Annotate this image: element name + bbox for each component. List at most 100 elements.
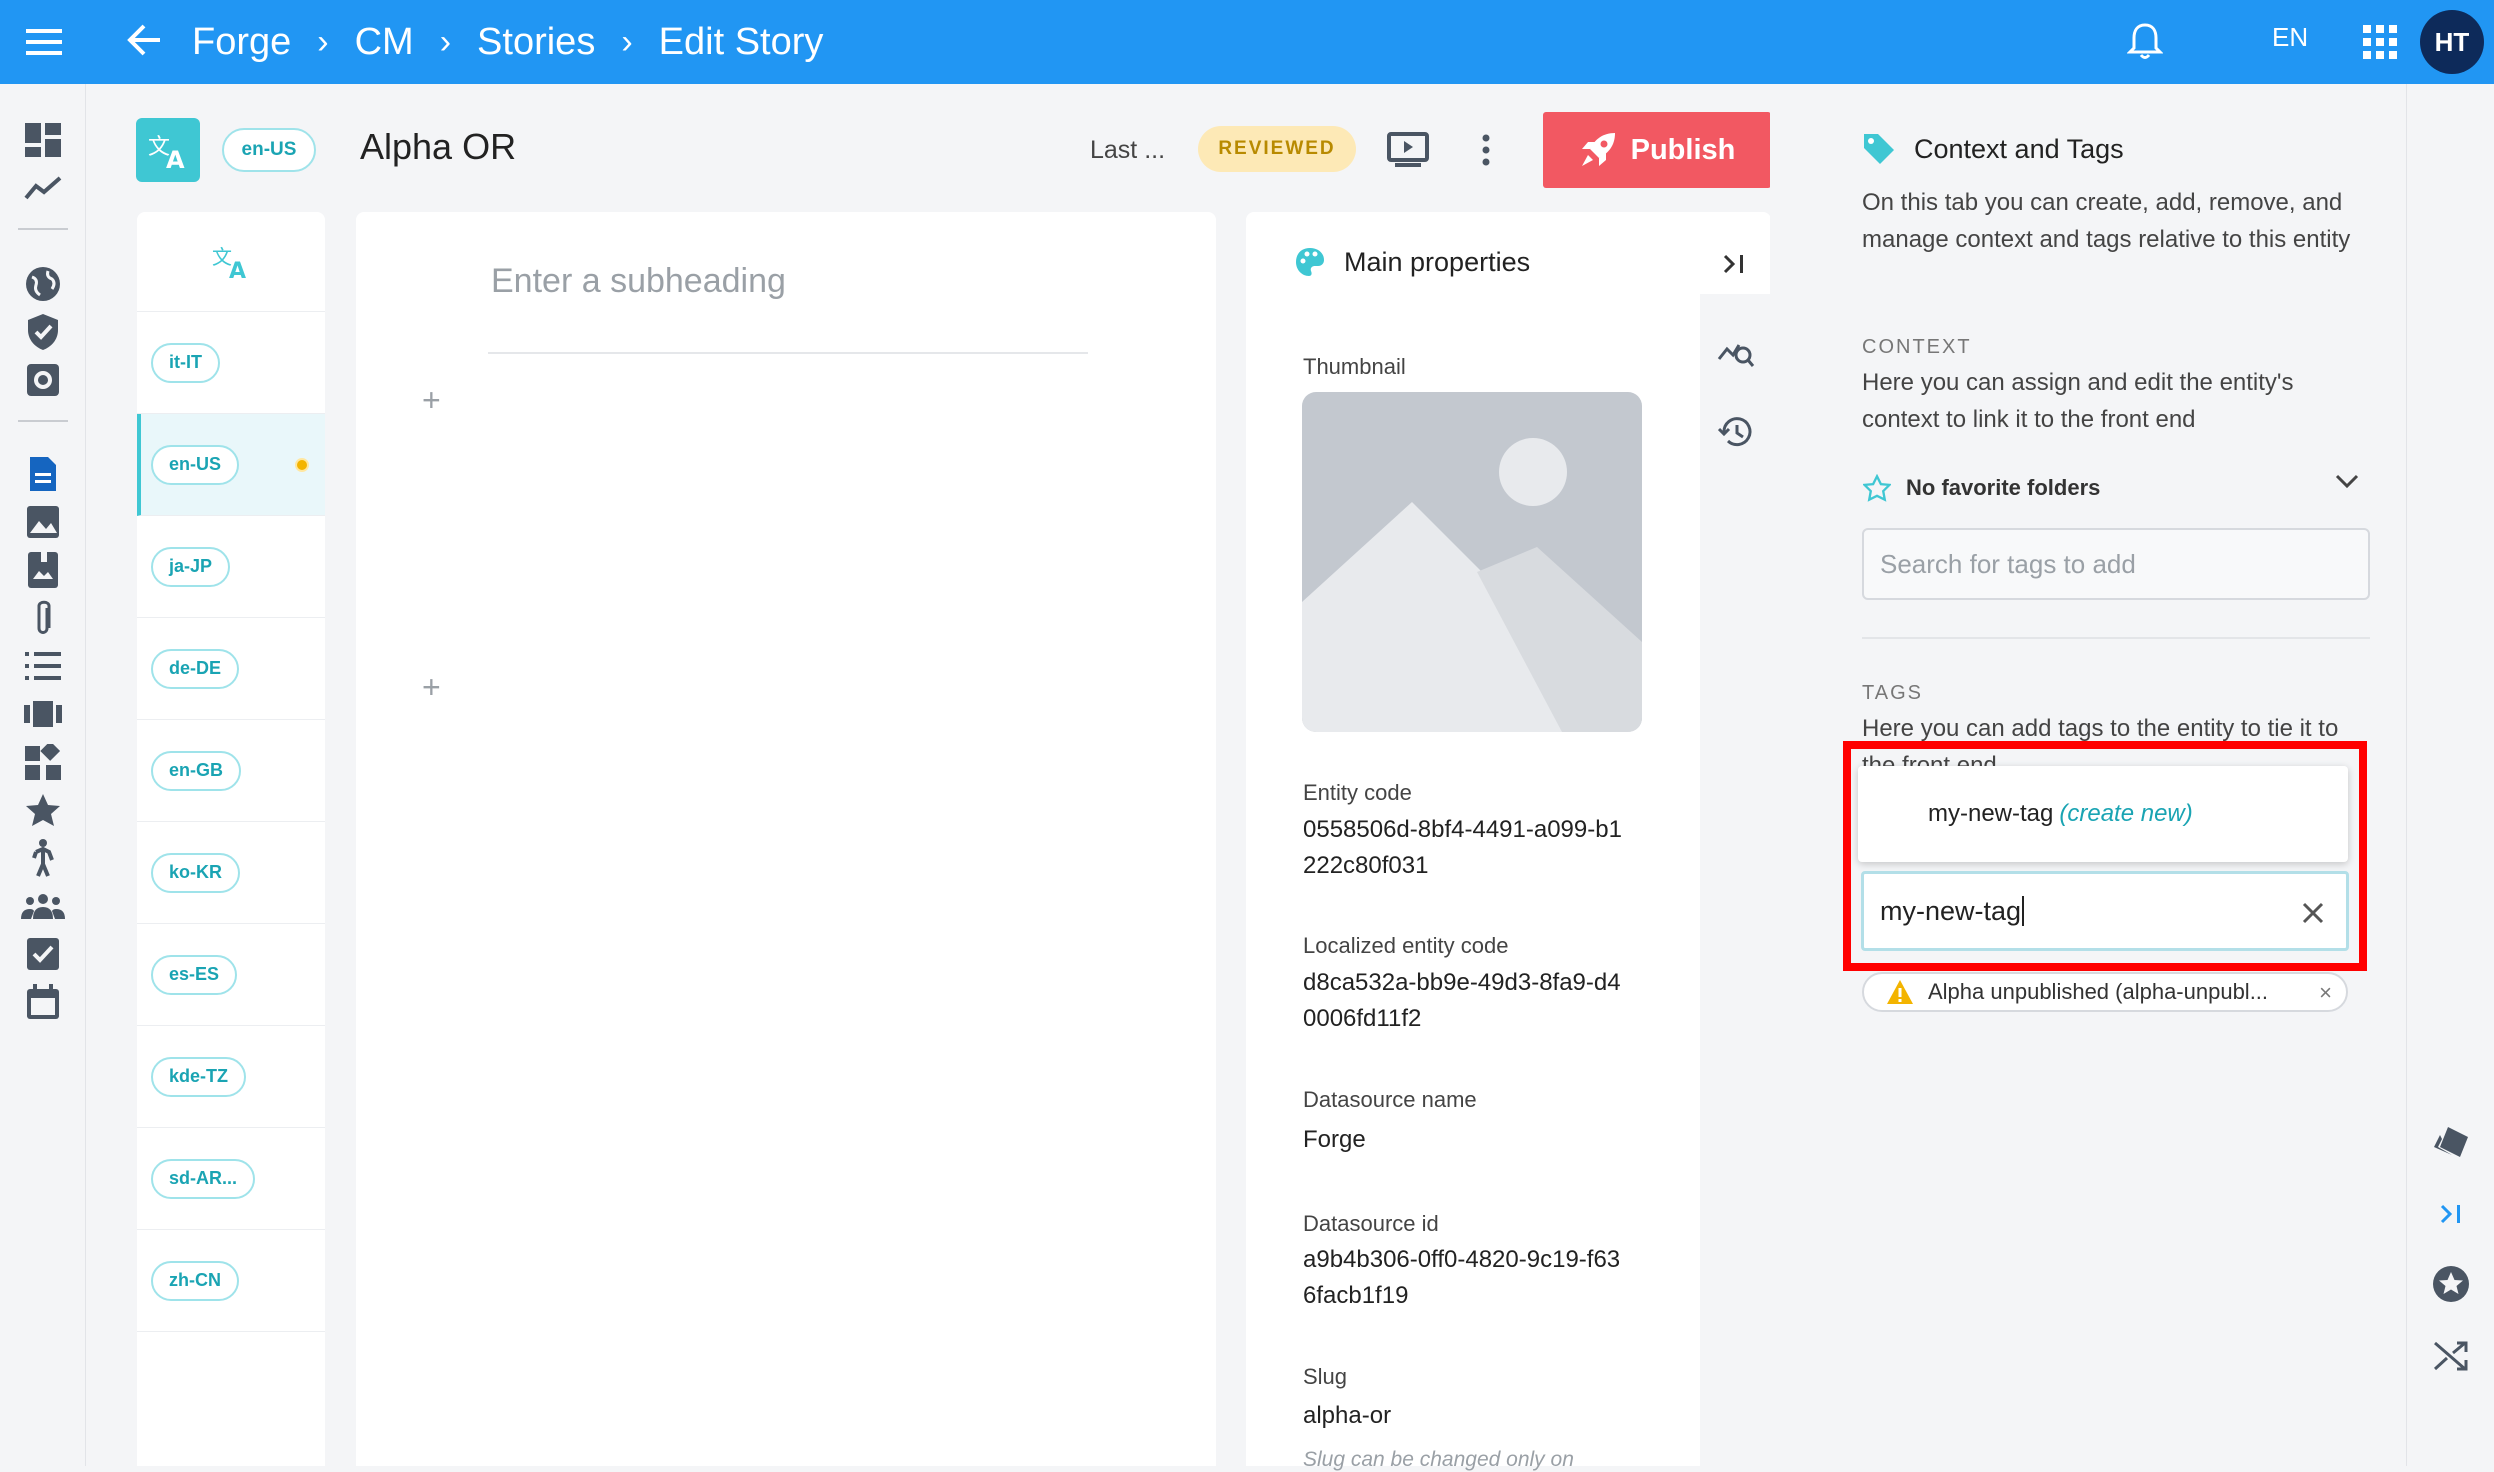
remove-tag-icon[interactable]: × bbox=[2319, 980, 2332, 1006]
locale-chip[interactable]: de-DE bbox=[151, 648, 240, 689]
datasource-name-value: Forge bbox=[1303, 1126, 1366, 1153]
locale-row[interactable]: sd-AR... bbox=[137, 1128, 325, 1230]
datasource-name-label: Datasource name bbox=[1303, 1087, 1477, 1112]
hamburger-menu-icon[interactable] bbox=[22, 18, 70, 66]
locale-row[interactable]: zh-CN bbox=[137, 1230, 325, 1332]
chevron-right-icon: › bbox=[317, 22, 329, 61]
chevron-right-icon: › bbox=[621, 22, 633, 61]
chevron-right-icon: › bbox=[439, 22, 452, 61]
calendar-icon[interactable] bbox=[19, 978, 67, 1026]
slug-value: alpha-or bbox=[1303, 1402, 1392, 1429]
avatar[interactable]: HT bbox=[2420, 10, 2484, 74]
locale-row[interactable]: kde-TZ bbox=[137, 1026, 325, 1128]
current-locale-chip[interactable]: en-US bbox=[222, 128, 316, 172]
tag-search-input[interactable]: Search for tags to add bbox=[1862, 528, 2370, 600]
chevron-down-icon[interactable] bbox=[2334, 472, 2360, 490]
favorite-folders-label: No favorite folders bbox=[1906, 475, 2101, 500]
attachment-icon[interactable] bbox=[19, 594, 67, 642]
locale-chip[interactable]: ja-JP bbox=[151, 546, 231, 587]
locale-row[interactable]: it-IT bbox=[137, 312, 325, 414]
existing-tag-chip[interactable]: Alpha unpublished (alpha-unpubl... × bbox=[1862, 972, 2348, 1012]
preview-icon[interactable] bbox=[1382, 124, 1434, 176]
users-group-icon[interactable] bbox=[19, 882, 67, 930]
divider bbox=[488, 352, 1088, 354]
thumbnail-label: Thumbnail bbox=[1303, 354, 1406, 379]
language-selector[interactable]: EN bbox=[2272, 22, 2308, 53]
palette-icon bbox=[1294, 246, 1326, 278]
locale-chip[interactable]: en-US bbox=[151, 444, 240, 485]
settings-gear-icon[interactable] bbox=[19, 356, 67, 404]
person-walking-icon[interactable] bbox=[19, 834, 67, 882]
entity-code-value: 0558506d-8bf4-4491-a099-b1222c80f031 bbox=[1303, 816, 1622, 879]
tags-section-title: TAGS bbox=[1862, 682, 1923, 704]
locale-row[interactable]: de-DE bbox=[137, 618, 325, 720]
translate-icon: 文A bbox=[136, 118, 200, 182]
locale-chip[interactable]: es-ES bbox=[151, 954, 238, 995]
left-nav-rail bbox=[0, 84, 86, 1466]
more-vert-icon[interactable] bbox=[1466, 124, 1506, 176]
locale-row[interactable]: ja-JP bbox=[137, 516, 325, 618]
locale-list: 文A it-IT en-US ja-JP de-DE en-GB ko-KR e… bbox=[137, 212, 325, 1466]
list-icon[interactable] bbox=[19, 642, 67, 690]
context-tags-title: Context and Tags bbox=[1914, 133, 2124, 164]
star-icon[interactable] bbox=[19, 786, 67, 834]
tag-stack-icon[interactable] bbox=[2427, 1118, 2475, 1166]
analytics-icon[interactable] bbox=[19, 164, 67, 212]
publish-label: Publish bbox=[1630, 133, 1736, 166]
existing-tag-label: Alpha unpublished (alpha-unpubl... bbox=[1928, 979, 2269, 1004]
collapse-panel-icon[interactable] bbox=[2427, 1190, 2475, 1238]
context-section-description: Here you can assign and edit the entity'… bbox=[1862, 369, 2294, 433]
widgets-icon[interactable] bbox=[19, 738, 67, 786]
image-icon[interactable] bbox=[19, 498, 67, 546]
locale-chip[interactable]: sd-AR... bbox=[151, 1158, 256, 1199]
entity-code-label: Entity code bbox=[1303, 780, 1412, 805]
add-block-icon[interactable]: + bbox=[422, 669, 441, 706]
main-properties-header: Main properties bbox=[1294, 246, 1530, 278]
dashboard-icon[interactable] bbox=[19, 116, 67, 164]
document-icon[interactable] bbox=[19, 450, 67, 498]
locale-row[interactable]: ko-KR bbox=[137, 822, 325, 924]
context-tags-description: On this tab you can create, add, remove,… bbox=[1862, 189, 2351, 253]
subheading-input[interactable]: Enter a subheading bbox=[491, 262, 786, 301]
collapse-panel-icon[interactable] bbox=[1712, 242, 1756, 286]
publish-button[interactable]: Publish bbox=[1543, 112, 1771, 188]
thumbnail-placeholder-image[interactable] bbox=[1302, 392, 1642, 732]
task-check-icon[interactable] bbox=[19, 930, 67, 978]
star-circle-icon[interactable] bbox=[2427, 1260, 2475, 1308]
locale-row[interactable]: en-GB bbox=[137, 720, 325, 822]
apps-grid-icon[interactable] bbox=[2356, 18, 2404, 66]
history-icon[interactable] bbox=[1714, 410, 1758, 454]
rocket-icon bbox=[1579, 131, 1617, 169]
breadcrumb-cm[interactable]: CM bbox=[355, 21, 414, 64]
locale-row[interactable]: es-ES bbox=[137, 924, 325, 1026]
add-block-icon[interactable]: + bbox=[422, 382, 441, 419]
locale-chip[interactable]: en-GB bbox=[151, 750, 241, 791]
locale-chip[interactable]: zh-CN bbox=[151, 1260, 239, 1301]
divider bbox=[18, 420, 68, 422]
carousel-icon[interactable] bbox=[19, 690, 67, 738]
shuffle-icon[interactable] bbox=[2427, 1332, 2475, 1380]
warning-icon bbox=[1886, 979, 1914, 1005]
context-tags-header: Context and Tags bbox=[1862, 132, 2124, 166]
locale-row-active[interactable]: en-US bbox=[137, 414, 325, 516]
breadcrumb-stories[interactable]: Stories bbox=[477, 21, 595, 64]
search-insights-icon[interactable] bbox=[1714, 330, 1758, 374]
locale-chip[interactable]: kde-TZ bbox=[151, 1056, 247, 1097]
shield-check-icon[interactable] bbox=[19, 308, 67, 356]
favorite-folders-dropdown[interactable]: No favorite folders bbox=[1862, 468, 2374, 508]
last-modified-label: Last ... bbox=[1090, 136, 1166, 164]
breadcrumb: Forge › CM › Stories › Edit Story bbox=[192, 14, 823, 70]
breadcrumb-forge[interactable]: Forge bbox=[192, 21, 291, 64]
locale-chip[interactable]: it-IT bbox=[151, 342, 220, 383]
photo-album-icon[interactable] bbox=[19, 546, 67, 594]
globe-icon[interactable] bbox=[19, 260, 67, 308]
back-arrow-icon[interactable] bbox=[120, 16, 168, 64]
locale-chip[interactable]: ko-KR bbox=[151, 852, 240, 893]
translate-icon: 文A bbox=[212, 244, 250, 280]
bell-icon[interactable] bbox=[2120, 16, 2170, 66]
datasource-id-label: Datasource id bbox=[1303, 1211, 1439, 1236]
tag-icon bbox=[1862, 132, 1896, 166]
slug-label: Slug bbox=[1303, 1364, 1348, 1389]
localized-code-label: Localized entity code bbox=[1303, 933, 1509, 958]
context-section-title: CONTEXT bbox=[1862, 336, 1972, 358]
